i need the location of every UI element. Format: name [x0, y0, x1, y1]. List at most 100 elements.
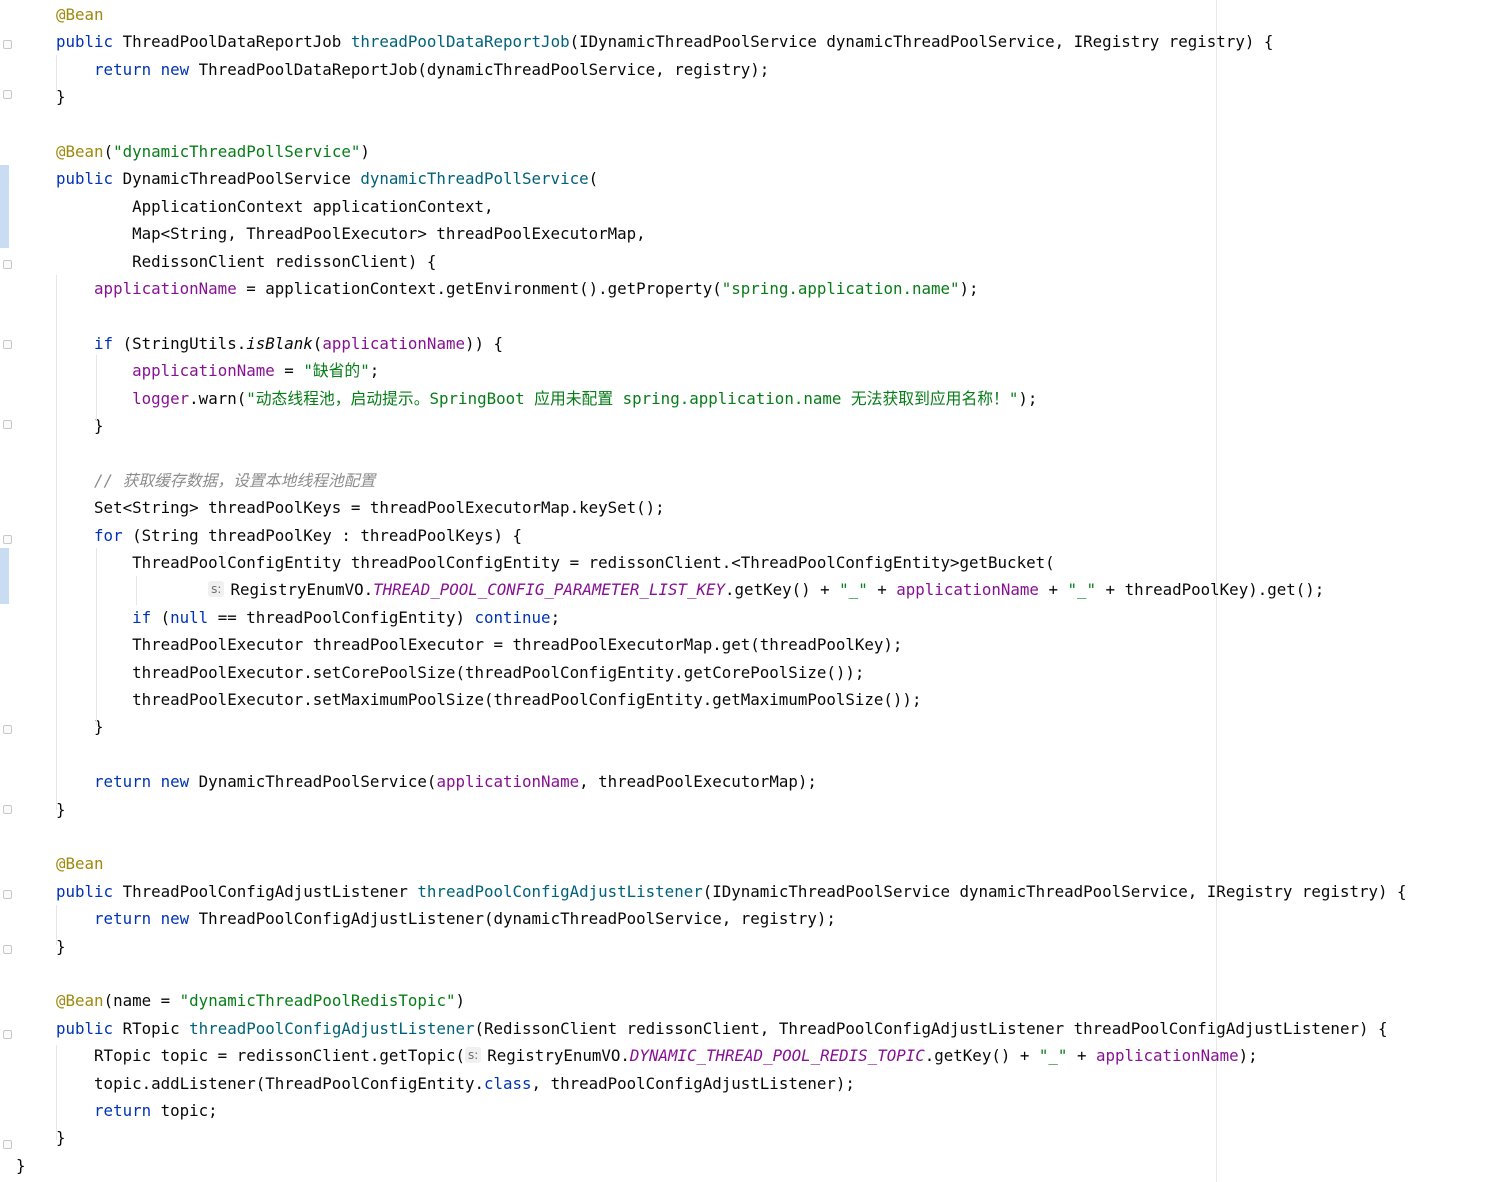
- fold-icon[interactable]: [3, 535, 12, 544]
- code-token: @Bean: [56, 854, 104, 874]
- fold-icon[interactable]: [3, 1140, 12, 1149]
- code-token: dynamicThreadPollService: [360, 169, 589, 189]
- indent-guide: [56, 1045, 57, 1140]
- code-line[interactable]: public ThreadPoolDataReportJob threadPoo…: [56, 28, 1273, 55]
- code-line[interactable]: s: RegistryEnumVO.THREAD_POOL_CONFIG_PARA…: [56, 576, 1324, 603]
- code-token: ThreadPoolConfigEntity threadPoolConfigE…: [56, 553, 1055, 572]
- code-token: "_": [1038, 1046, 1068, 1066]
- code-line[interactable]: applicationName = "缺省的";: [56, 357, 379, 384]
- code-line[interactable]: return new ThreadPoolConfigAdjustListene…: [56, 905, 836, 932]
- fold-icon[interactable]: [3, 40, 12, 49]
- code-token: == threadPoolConfigEntity): [208, 607, 475, 627]
- code-line[interactable]: RedissonClient redissonClient) {: [56, 248, 436, 275]
- code-token: (StringUtils.: [122, 333, 247, 353]
- code-line[interactable]: @Bean(name = "dynamicThreadPoolRedisTopi…: [56, 987, 465, 1014]
- code-token: ThreadPoolExecutor threadPoolExecutor = …: [56, 635, 903, 655]
- code-line[interactable]: }: [56, 1124, 66, 1151]
- indent-guide: [56, 275, 57, 810]
- code-line[interactable]: logger.warn("动态线程池，启动提示。SpringBoot 应用未配置…: [56, 385, 1037, 412]
- change-marker[interactable]: [0, 165, 9, 248]
- code-token: topic.addListener(ThreadPoolConfigEntity…: [56, 1073, 484, 1093]
- code-token: );: [1238, 1046, 1258, 1066]
- code-token: = applicationContext.getEnvironment().ge…: [236, 279, 722, 298]
- code-token: public: [56, 169, 123, 189]
- fold-icon[interactable]: [3, 340, 12, 349]
- indent-guide: [56, 55, 57, 92]
- code-token: .warn(: [189, 388, 247, 408]
- fold-icon[interactable]: [3, 890, 12, 899]
- code-token: applicationName: [322, 333, 465, 353]
- code-line[interactable]: @Bean: [56, 1, 104, 28]
- editor-gutter[interactable]: [0, 0, 16, 1182]
- code-line[interactable]: }: [56, 933, 66, 960]
- code-line[interactable]: @Bean("dynamicThreadPollService"): [56, 138, 370, 165]
- fold-icon[interactable]: [3, 260, 12, 269]
- code-line[interactable]: RTopic topic = redissonClient.getTopic(s…: [56, 1042, 1258, 1069]
- parameter-hint: s:: [208, 581, 225, 598]
- code-line[interactable]: Set<String> threadPoolKeys = threadPoolE…: [56, 494, 665, 521]
- code-token: @Bean: [56, 5, 104, 24]
- code-line[interactable]: ThreadPoolConfigEntity threadPoolConfigE…: [56, 549, 1055, 576]
- code-line[interactable]: return topic;: [56, 1097, 218, 1124]
- code-token: );: [1018, 388, 1038, 408]
- code-token: RedissonClient redissonClient) {: [56, 251, 437, 271]
- code-line[interactable]: @Bean: [56, 850, 104, 877]
- code-token: +: [1038, 580, 1068, 600]
- code-token: DynamicThreadPoolService(: [198, 772, 437, 792]
- code-token: }: [16, 1155, 26, 1175]
- code-line[interactable]: topic.addListener(ThreadPoolConfigEntity…: [56, 1070, 855, 1097]
- fold-icon[interactable]: [3, 420, 12, 429]
- code-token: return new: [56, 772, 199, 792]
- fold-icon[interactable]: [3, 725, 12, 734]
- code-line[interactable]: if (null == threadPoolConfigEntity) cont…: [56, 604, 560, 631]
- code-token: if: [56, 607, 161, 627]
- code-line[interactable]: Map<String, ThreadPoolExecutor> threadPo…: [56, 220, 646, 247]
- code-token: topic;: [160, 1101, 218, 1120]
- code-line[interactable]: // 获取缓存数据，设置本地线程池配置: [56, 467, 375, 494]
- code-token: (RedissonClient redissonClient, ThreadPo…: [474, 1018, 1388, 1038]
- code-line[interactable]: public RTopic threadPoolConfigAdjustList…: [56, 1015, 1388, 1042]
- code-token: ApplicationContext applicationContext,: [56, 196, 494, 216]
- code-token: public: [56, 881, 123, 901]
- fold-icon[interactable]: [3, 90, 12, 99]
- code-line[interactable]: }: [56, 83, 66, 110]
- code-line[interactable]: }: [56, 796, 66, 823]
- fold-icon[interactable]: [3, 945, 12, 954]
- code-token: =: [274, 361, 304, 381]
- code-token: (IDynamicThreadPoolService dynamicThread…: [702, 881, 1407, 901]
- code-line[interactable]: threadPoolExecutor.setMaximumPoolSize(th…: [56, 686, 921, 713]
- indent-guide: [56, 905, 57, 945]
- code-token: , threadPoolExecutorMap);: [579, 772, 817, 792]
- code-line[interactable]: return new DynamicThreadPoolService(appl…: [56, 768, 817, 795]
- code-line[interactable]: public ThreadPoolConfigAdjustListener th…: [56, 878, 1407, 905]
- code-token: RegistryEnumVO.: [230, 580, 374, 600]
- fold-icon[interactable]: [3, 1030, 12, 1039]
- code-token: null: [170, 607, 209, 627]
- code-token: Set<String> threadPoolKeys = threadPoolE…: [56, 498, 665, 518]
- code-line[interactable]: return new ThreadPoolDataReportJob(dynam…: [56, 56, 769, 83]
- code-line[interactable]: for (String threadPoolKey : threadPoolKe…: [56, 522, 522, 549]
- code-line[interactable]: public DynamicThreadPoolService dynamicT…: [56, 165, 598, 192]
- code-line[interactable]: threadPoolExecutor.setCorePoolSize(threa…: [56, 659, 864, 686]
- code-token: }: [56, 799, 66, 819]
- code-token: return new: [56, 909, 199, 929]
- code-token: +: [867, 580, 897, 600]
- code-token: ThreadPoolDataReportJob(dynamicThreadPoo…: [198, 59, 770, 79]
- code-line[interactable]: applicationName = applicationContext.get…: [56, 275, 979, 302]
- code-token: );: [959, 279, 979, 298]
- code-token: threadPoolExecutor.setCorePoolSize(threa…: [56, 662, 865, 682]
- code-line[interactable]: if (StringUtils.isBlank(applicationName)…: [56, 330, 503, 357]
- code-token: "dynamicThreadPollService": [113, 142, 361, 161]
- code-line[interactable]: ThreadPoolExecutor threadPoolExecutor = …: [56, 631, 902, 658]
- code-token: ThreadPoolConfigAdjustListener: [122, 881, 418, 901]
- code-token: +: [1067, 1046, 1096, 1066]
- code-token: }: [56, 1128, 66, 1148]
- code-line[interactable]: }: [16, 1152, 26, 1179]
- code-line[interactable]: ApplicationContext applicationContext,: [56, 193, 493, 220]
- code-token: "dynamicThreadPoolRedisTopic": [179, 991, 456, 1011]
- fold-icon[interactable]: [3, 805, 12, 814]
- code-editor[interactable]: @Bean public ThreadPoolDataReportJob thre…: [0, 0, 1491, 1182]
- change-marker[interactable]: [0, 548, 9, 604]
